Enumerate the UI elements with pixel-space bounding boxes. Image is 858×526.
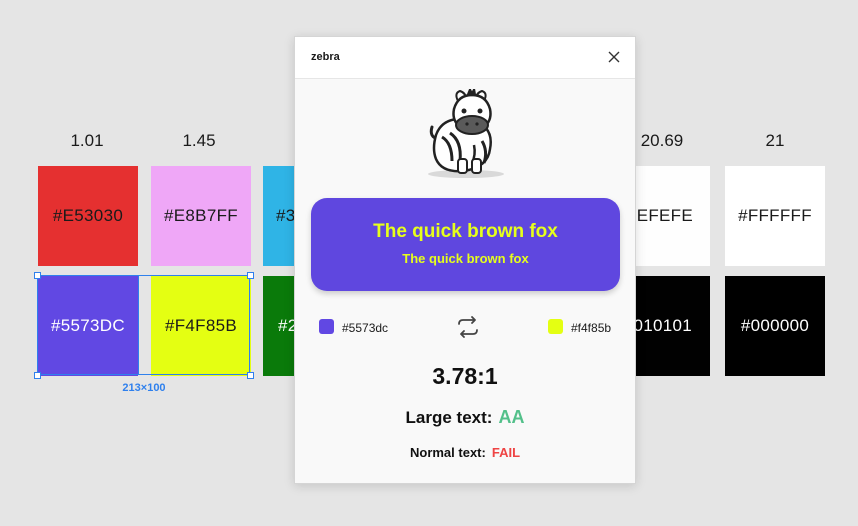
preview-small-text: The quick brown fox bbox=[402, 251, 529, 266]
foreground-color-chip[interactable] bbox=[548, 319, 563, 334]
contrast-ratio-result: 3.78:1 bbox=[432, 363, 498, 389]
normal-text-result: FAIL bbox=[491, 445, 521, 460]
swatch-hex-label: #E8B7FF bbox=[164, 206, 238, 225]
background-color-chip[interactable] bbox=[319, 319, 334, 334]
normal-text-rating: Normal text: FAIL bbox=[295, 445, 635, 460]
color-swatch[interactable]: #E8B7FF bbox=[151, 166, 251, 266]
panel-title: zebra bbox=[311, 51, 340, 63]
color-swatch[interactable]: #E53030 bbox=[38, 166, 138, 266]
contrast-ratio-label: 21 bbox=[765, 131, 785, 150]
swatch-hex-label: #000000 bbox=[740, 316, 810, 335]
normal-text-label: Normal text: bbox=[409, 445, 486, 460]
swap-icon[interactable] bbox=[455, 314, 481, 340]
swatch-hex-label: FEFEFE bbox=[626, 206, 693, 225]
resize-handle-top-left[interactable] bbox=[34, 272, 41, 279]
large-text-result: AA bbox=[498, 407, 525, 427]
swatch-hex-label: #3 bbox=[276, 206, 296, 225]
close-icon[interactable] bbox=[605, 48, 623, 66]
resize-handle-top-right[interactable] bbox=[247, 272, 254, 279]
swatch-hex-label: #5573DC bbox=[51, 316, 125, 335]
background-hex-value[interactable]: #5573dc bbox=[342, 321, 388, 335]
resize-handle-bottom-right[interactable] bbox=[247, 372, 254, 379]
swatch-hex-label: #FFFFFF bbox=[738, 206, 812, 225]
foreground-hex-value[interactable]: #f4f85b bbox=[571, 321, 611, 335]
contrast-ratio-label: 1.45 bbox=[182, 131, 216, 150]
color-swatch[interactable]: #5573DC bbox=[38, 276, 138, 376]
selection-divider bbox=[138, 276, 139, 375]
color-swatch[interactable]: #FFFFFF bbox=[725, 166, 825, 266]
swatch-hex-label: #F4F85B bbox=[164, 316, 238, 335]
swatch-hex-label: 010101 bbox=[633, 316, 692, 335]
selection-dimensions: 213×100 bbox=[122, 382, 166, 394]
zebra-icon bbox=[428, 89, 504, 178]
large-text-label: Large text: bbox=[405, 408, 493, 427]
preview-large-text: The quick brown fox bbox=[373, 221, 558, 242]
swatch-hex-label: #E53030 bbox=[52, 206, 124, 225]
contrast-ratio-label: 1.01 bbox=[70, 131, 104, 150]
panel-header: zebra bbox=[295, 37, 635, 79]
large-text-rating: Large text: AA bbox=[295, 407, 635, 428]
contrast-plugin-panel: zebra The quick brown fox The quick brow… bbox=[294, 36, 636, 484]
resize-handle-bottom-left[interactable] bbox=[34, 372, 41, 379]
text-preview-card: The quick brown fox The quick brown fox bbox=[311, 198, 620, 291]
color-swatch[interactable]: #000000 bbox=[725, 276, 825, 376]
color-swatch[interactable]: #F4F85B bbox=[151, 276, 251, 376]
